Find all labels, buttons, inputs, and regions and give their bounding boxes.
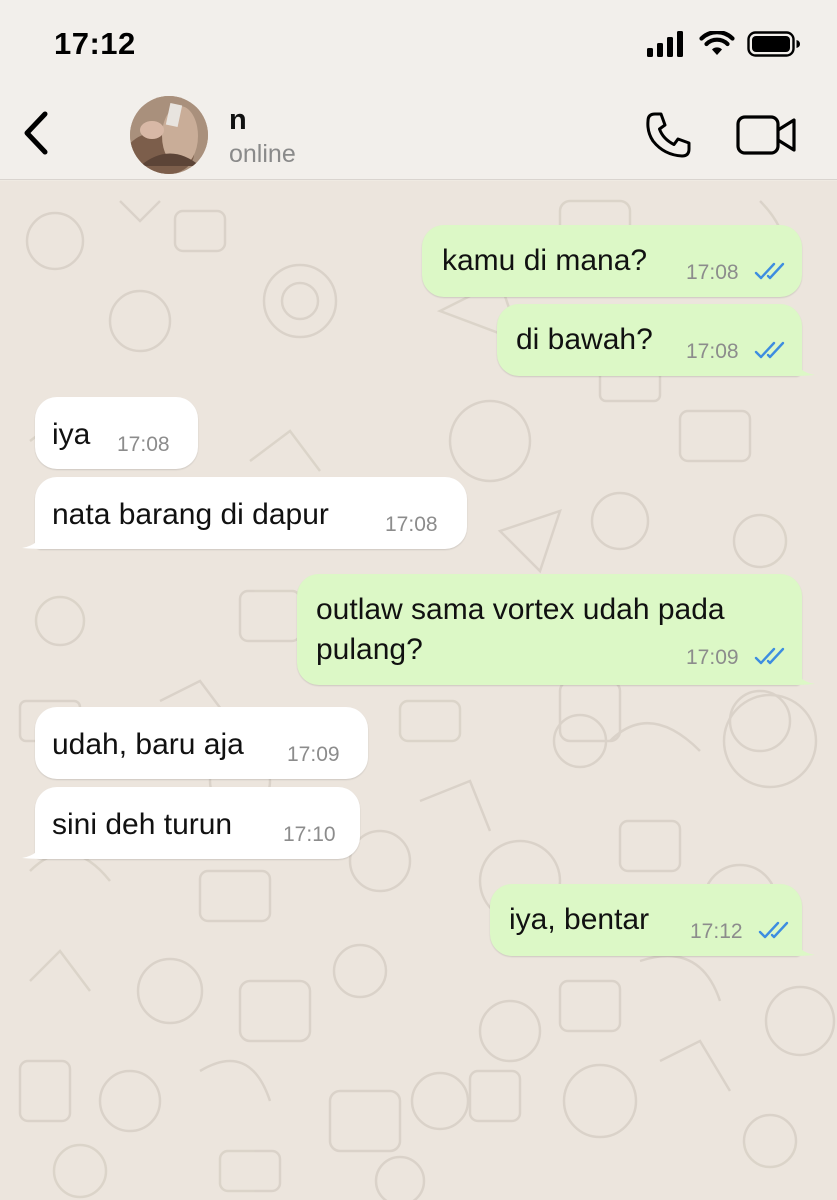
message-text: nata barang di dapur <box>52 498 329 531</box>
chat-header: n online <box>0 90 837 180</box>
incoming-message-bubble[interactable]: nata barang di dapur 17:08 <box>22 477 467 549</box>
message-time: 17:08 <box>686 340 739 363</box>
message-text: di bawah? <box>516 323 653 356</box>
outgoing-message-bubble[interactable]: kamu di mana? 17:08 <box>422 225 802 297</box>
voice-call-button[interactable] <box>644 110 694 160</box>
message-time: 17:09 <box>686 646 739 669</box>
message-time: 17:08 <box>385 513 438 536</box>
outgoing-message-bubble[interactable]: outlaw sama vortex udah pada pulang? 17:0… <box>297 574 815 685</box>
message-text: iya <box>52 418 91 451</box>
contact-status: online <box>229 140 296 168</box>
status-bar: 17:12 <box>0 0 837 90</box>
outgoing-message-bubble[interactable]: di bawah? 17:08 <box>497 304 815 376</box>
cellular-signal-icon <box>647 31 683 57</box>
message-time: 17:12 <box>690 920 743 943</box>
message-time: 17:10 <box>283 823 336 846</box>
message-text: iya, bentar <box>509 903 650 936</box>
double-check-read-icon <box>754 341 785 359</box>
bubble-tail <box>22 529 44 549</box>
contact-name[interactable]: n <box>229 104 247 137</box>
incoming-message-bubble[interactable]: iya 17:08 <box>35 397 198 469</box>
video-call-button[interactable] <box>736 114 798 156</box>
status-icons <box>647 28 801 60</box>
double-check-read-icon <box>754 262 785 280</box>
incoming-message-bubble[interactable]: udah, baru aja 17:09 <box>35 707 368 779</box>
phone-icon <box>646 112 691 158</box>
battery-icon <box>747 31 800 57</box>
incoming-message-bubble[interactable]: sini deh turun 17:10 <box>22 787 360 859</box>
message-text: udah, baru aja <box>52 728 244 761</box>
bubble-tail <box>793 936 815 956</box>
double-check-read-icon <box>758 921 789 939</box>
avatar-photo-icon <box>130 96 208 174</box>
message-text: sini deh turun <box>52 808 233 841</box>
status-time: 17:12 <box>54 26 136 61</box>
wifi-icon <box>699 31 735 55</box>
chat-area[interactable]: kamu di mana? 17:08 di bawah? 17:08 iya 17:08… <box>0 181 837 1200</box>
bubble-tail <box>22 839 44 859</box>
message-time: 17:09 <box>287 743 340 766</box>
message-time: 17:08 <box>686 261 739 284</box>
video-camera-icon <box>736 115 796 155</box>
message-text: outlaw sama vortex udah pada pulang? <box>316 593 725 666</box>
message-time: 17:08 <box>117 433 170 456</box>
double-check-read-icon <box>754 647 785 665</box>
outgoing-message-bubble[interactable]: iya, bentar 17:12 <box>490 884 815 956</box>
bubble-tail <box>793 665 815 685</box>
bubble-tail <box>793 356 815 376</box>
chevron-left-icon <box>24 111 48 155</box>
contact-avatar[interactable] <box>130 96 208 174</box>
back-button[interactable] <box>18 110 58 156</box>
message-text: kamu di mana? <box>442 244 648 277</box>
